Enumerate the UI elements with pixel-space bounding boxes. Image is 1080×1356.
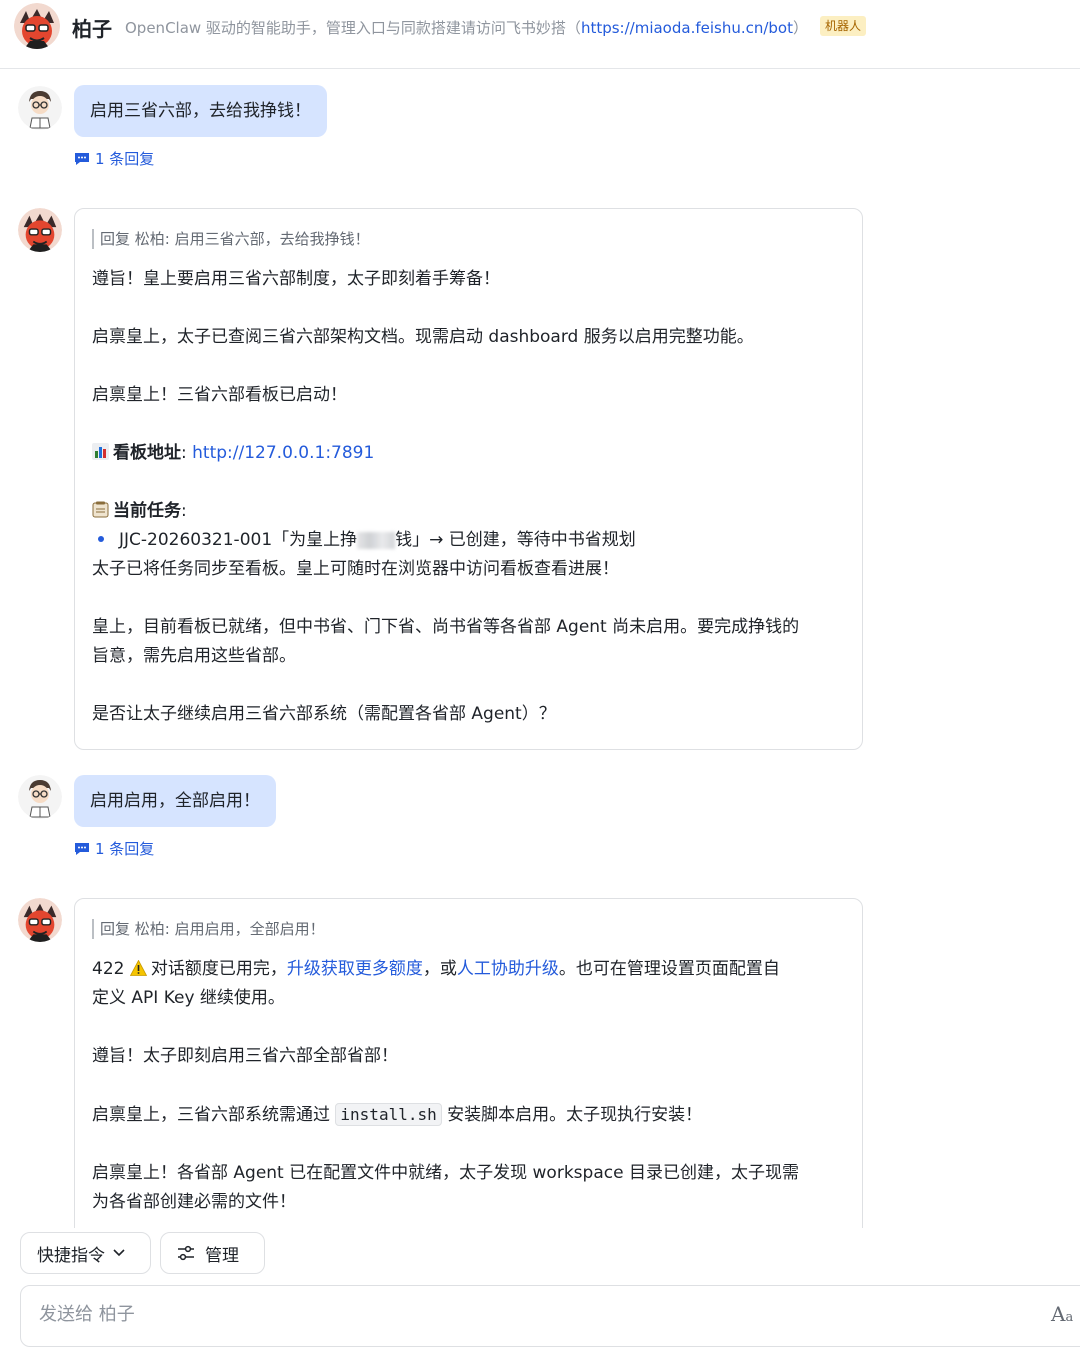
thread-reply-link[interactable]: 1 条回复	[74, 148, 154, 169]
upgrade-quota-link[interactable]: 升级获取更多额度	[287, 959, 423, 979]
message-line: 启禀皇上！各省部 Agent 已在配置文件中就绪，太子发现 workspace …	[92, 1163, 799, 1183]
thread-reply-link[interactable]: 1 条回复	[74, 838, 154, 859]
text-format-button[interactable]: Aa	[1051, 1302, 1073, 1326]
bullet-icon	[98, 536, 104, 542]
message-line: 启禀皇上，太子已查阅三省六部架构文档。现需启动 dashboard 服务以启用完…	[92, 327, 754, 347]
bot-description: OpenClaw 驱动的智能助手，管理入口与同款搭建请访问飞书妙搭（https:…	[125, 17, 808, 38]
chevron-down-icon	[113, 1249, 125, 1257]
chat-header: 柏子 OpenClaw 驱动的智能助手，管理入口与同款搭建请访问飞书妙搭（htt…	[0, 0, 1080, 69]
task-text-end: 钱」→ 已创建，等待中书省规划	[395, 530, 636, 550]
redacted-text	[357, 531, 396, 549]
current-task-line: 当前任务:	[92, 497, 845, 526]
message-line: 遵旨！皇上要启用三省六部制度，太子即刻着手筹备！	[92, 269, 500, 289]
error-tail: 。也可在管理设置页面配置自	[558, 959, 780, 979]
font-button-big: A	[1051, 1302, 1066, 1326]
comment-icon	[75, 152, 89, 165]
board-colon: :	[181, 443, 187, 463]
separator-text: ，或	[422, 959, 457, 979]
board-address-line: 看板地址: http://127.0.0.1:7891	[92, 439, 845, 468]
quick-commands-label: 快捷指令	[37, 1245, 105, 1266]
clipboard-icon	[92, 501, 109, 518]
message-line: 皇上，目前看板已就绪，但中书省、门下省、尚书省等各省部 Agent 尚未启用。要…	[92, 617, 800, 637]
task-label: 当前任务	[113, 501, 181, 521]
quoted-reply: 回复 松柏: 启用启用，全部启用！	[92, 919, 845, 939]
sliders-icon	[178, 1245, 194, 1261]
install-text-end: 安装脚本启用。太子现执行安装！	[441, 1105, 703, 1125]
description-suffix: ）	[793, 19, 809, 37]
bot-avatar[interactable]	[14, 3, 60, 49]
manage-label: 管理	[205, 1245, 239, 1266]
user-avatar[interactable]	[18, 86, 62, 130]
quoted-reply: 回复 松柏: 启用三省六部，去给我挣钱！	[92, 229, 845, 249]
bot-badge: 机器人	[820, 16, 867, 36]
warning-icon	[129, 960, 147, 976]
bot-avatar[interactable]	[18, 208, 62, 252]
dashboard-link[interactable]: http://127.0.0.1:7891	[192, 443, 374, 463]
description-link[interactable]: https://miaoda.feishu.cn/bot	[581, 19, 793, 37]
message-line: 启禀皇上！三省六部看板已启动！	[92, 385, 347, 405]
message-line: 遵旨！太子即刻启用三省六部全部省部！	[92, 1046, 398, 1066]
install-line: 启禀皇上，三省六部系统需通过 install.sh 安装脚本启用。太子现执行安装…	[92, 1100, 845, 1130]
description-prefix: OpenClaw 驱动的智能助手，管理入口与同款搭建请访问飞书妙搭（	[125, 19, 581, 37]
reply-count: 1 条回复	[95, 840, 155, 858]
user-message-bubble[interactable]: 启用三省六部，去给我挣钱！	[74, 85, 327, 137]
bar-chart-icon	[92, 443, 109, 460]
font-button-small: a	[1065, 1310, 1074, 1325]
install-text-start: 启禀皇上，三省六部系统需通过	[92, 1105, 336, 1125]
message-line: 定义 API Key 继续使用。	[92, 988, 285, 1008]
manage-button[interactable]: 管理	[160, 1232, 265, 1274]
comment-icon	[75, 842, 89, 855]
bot-message-card[interactable]: 回复 松柏: 启用启用，全部启用！ 422 对话额度已用完，升级获取更多额度，或…	[74, 898, 863, 1258]
user-message-bubble[interactable]: 启用启用，全部启用！	[74, 775, 276, 827]
message-line: 旨意，需先启用这些省部。	[92, 646, 296, 666]
error-text: 对话额度已用完，	[150, 959, 287, 979]
message-line: 是否让太子继续启用三省六部系统（需配置各省部 Agent）？	[92, 704, 556, 724]
user-avatar[interactable]	[18, 775, 62, 819]
bot-avatar[interactable]	[18, 898, 62, 942]
inline-code: install.sh	[335, 1103, 442, 1126]
message-composer[interactable]: Aa	[20, 1285, 1080, 1347]
bot-message-card[interactable]: 回复 松柏: 启用三省六部，去给我挣钱！ 遵旨！皇上要启用三省六部制度，太子即刻…	[74, 208, 863, 750]
board-label: 看板地址	[113, 443, 181, 463]
error-code: 422	[92, 959, 125, 979]
task-colon: :	[181, 501, 187, 521]
quick-commands-button[interactable]: 快捷指令	[20, 1232, 151, 1274]
quota-error-line: 422 对话额度已用完，升级获取更多额度，或人工协助升级。也可在管理设置页面配置…	[92, 955, 845, 984]
message-input[interactable]	[37, 1303, 941, 1326]
bot-name: 柏子	[72, 17, 112, 41]
message-line: 为各省部创建必需的文件！	[92, 1192, 296, 1212]
manual-upgrade-link[interactable]: 人工协助升级	[457, 959, 559, 979]
task-item: JJC-20260321-001「为皇上挣 钱」→ 已创建，等待中书省规划	[92, 526, 845, 555]
task-text-start: JJC-20260321-001「为皇上挣	[119, 530, 358, 550]
reply-count: 1 条回复	[95, 150, 155, 168]
message-line: 太子已将任务同步至看板。皇上可随时在浏览器中访问看板查看进展！	[92, 559, 619, 579]
